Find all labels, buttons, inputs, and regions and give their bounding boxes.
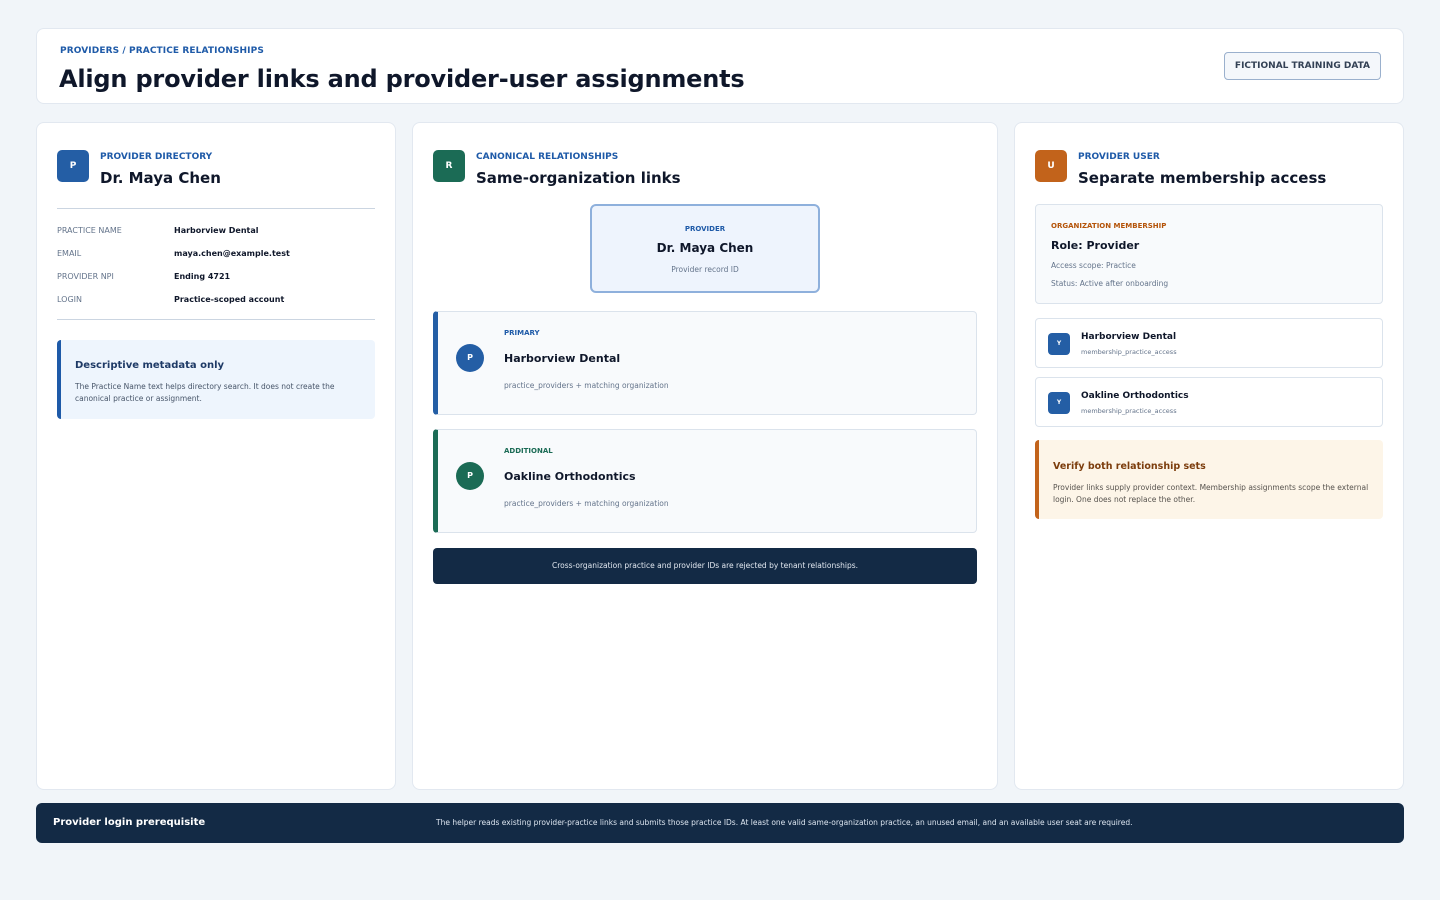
note-title: Verify both relationship sets — [1053, 461, 1206, 472]
membership-role: Role: Provider — [1051, 239, 1140, 252]
directory-kicker: PROVIDER DIRECTORY — [100, 152, 213, 162]
footer-text: The helper reads existing provider-pract… — [436, 818, 1133, 827]
practice-link-additional[interactable]: P ADDITIONAL Oakline Orthodontics practi… — [433, 429, 977, 533]
training-data-badge: FICTIONAL TRAINING DATA — [1223, 52, 1381, 80]
practice-link-primary[interactable]: P PRIMARY Harborview Dental practice_pro… — [433, 311, 977, 415]
field-practice-name: PRACTICE NAME Harborview Dental — [57, 226, 375, 240]
verify-note: Verify both relationship sets Provider l… — [1035, 440, 1383, 519]
page-header: PROVIDERS / PRACTICE RELATIONSHIPS Align… — [36, 28, 1404, 104]
organization-membership: ORGANIZATION MEMBERSHIP Role: Provider A… — [1035, 204, 1383, 304]
relationships-kicker: CANONICAL RELATIONSHIPS — [476, 152, 619, 162]
practice-dot: P — [456, 344, 484, 372]
link-practice-name: Oakline Orthodontics — [504, 470, 636, 483]
breadcrumb[interactable]: PROVIDERS / PRACTICE RELATIONSHIPS — [60, 46, 264, 56]
footer-title: Provider login prerequisite — [53, 817, 206, 828]
field-label: EMAIL — [57, 249, 82, 258]
practice-dot: P — [456, 462, 484, 490]
provider-node-sub: Provider record ID — [671, 265, 739, 274]
note-title: Descriptive metadata only — [75, 360, 225, 371]
provider-node-name: Dr. Maya Chen — [656, 241, 754, 255]
field-value: Practice-scoped account — [174, 295, 285, 304]
provider-name: Dr. Maya Chen — [100, 169, 221, 187]
prerequisite-footer: Provider login prerequisite The helper r… — [36, 803, 1404, 843]
membership-scope: Access scope: Practice — [1051, 261, 1136, 270]
canonical-relationships-panel: R CANONICAL RELATIONSHIPS Same-organizat… — [412, 122, 998, 790]
relationships-avatar: R — [433, 150, 465, 182]
provider-node[interactable]: PROVIDER Dr. Maya Chen Provider record I… — [590, 204, 820, 293]
field-value: Ending 4721 — [174, 272, 231, 281]
assignment-avatar: Y — [1048, 392, 1070, 414]
provider-user-panel: U PROVIDER USER Separate membership acce… — [1014, 122, 1404, 790]
divider — [57, 208, 375, 209]
note-body: Provider links supply provider context. … — [1053, 483, 1369, 504]
cross-org-warning: Cross-organization practice and provider… — [433, 548, 977, 584]
link-kicker: PRIMARY — [504, 329, 540, 337]
assignment-avatar: Y — [1048, 333, 1070, 355]
assignment-item[interactable]: Y Oakline Orthodontics membership_practi… — [1035, 377, 1383, 427]
field-login: LOGIN Practice-scoped account — [57, 295, 375, 309]
field-label: PRACTICE NAME — [57, 226, 122, 235]
membership-kicker: ORGANIZATION MEMBERSHIP — [1051, 222, 1167, 230]
field-value: maya.chen@example.test — [174, 249, 290, 258]
field-provider-npi: PROVIDER NPI Ending 4721 — [57, 272, 375, 286]
membership-status: Status: Active after onboarding — [1051, 279, 1169, 288]
page-title: Align provider links and provider-user a… — [59, 65, 745, 93]
divider — [57, 319, 375, 320]
assignment-practice: Harborview Dental — [1081, 332, 1177, 342]
note-body: The Practice Name text helps directory s… — [75, 382, 335, 403]
provider-avatar: P — [57, 150, 89, 182]
assignment-practice: Oakline Orthodontics — [1081, 391, 1189, 401]
user-avatar: U — [1035, 150, 1067, 182]
link-sub: practice_providers + matching organizati… — [504, 499, 669, 508]
field-label: LOGIN — [57, 295, 83, 304]
metadata-note: Descriptive metadata only The Practice N… — [57, 340, 375, 419]
assignment-sub: membership_practice_access — [1081, 407, 1177, 415]
user-kicker: PROVIDER USER — [1078, 152, 1160, 162]
relationships-title: Same-organization links — [476, 169, 681, 187]
link-sub: practice_providers + matching organizati… — [504, 381, 669, 390]
link-practice-name: Harborview Dental — [504, 352, 621, 365]
link-kicker: ADDITIONAL — [504, 447, 553, 455]
assignment-item[interactable]: Y Harborview Dental membership_practice_… — [1035, 318, 1383, 368]
field-label: PROVIDER NPI — [57, 272, 114, 281]
assignment-sub: membership_practice_access — [1081, 348, 1177, 356]
provider-directory-panel: P PROVIDER DIRECTORY Dr. Maya Chen PRACT… — [36, 122, 396, 790]
user-title: Separate membership access — [1078, 169, 1327, 187]
provider-node-kicker: PROVIDER — [684, 225, 726, 233]
field-value: Harborview Dental — [174, 226, 259, 235]
field-email: EMAIL maya.chen@example.test — [57, 249, 375, 263]
